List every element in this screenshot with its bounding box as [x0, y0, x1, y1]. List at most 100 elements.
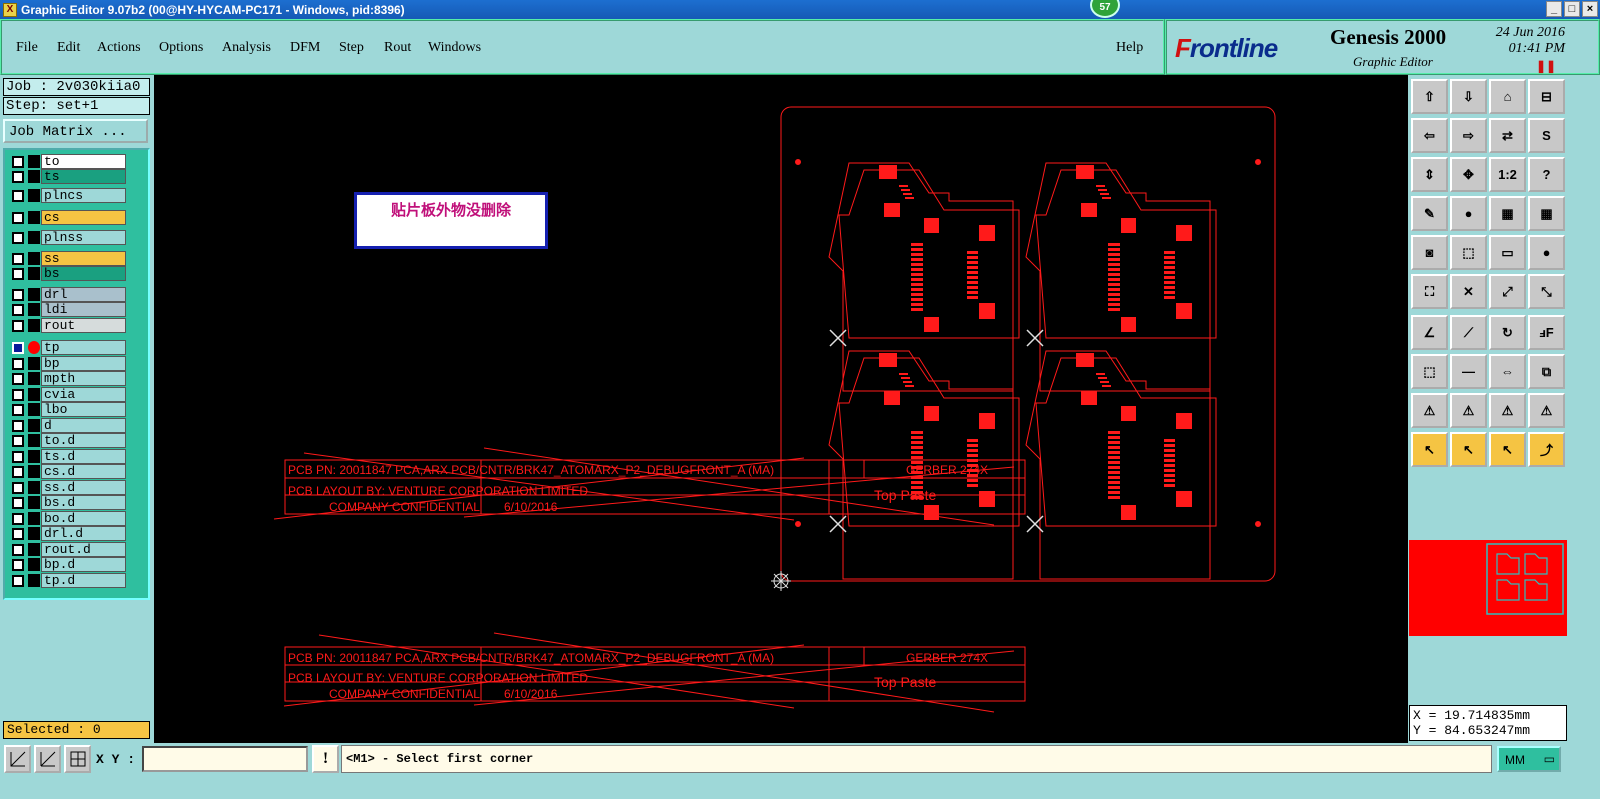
layer-row-drl[interactable]: drl	[8, 287, 126, 302]
layer-row-bs[interactable]: bs	[8, 266, 126, 281]
arc-d-icon[interactable]: ⚠	[1528, 393, 1565, 428]
layer-row-drl-d[interactable]: drl.d	[8, 526, 126, 541]
layer-row-to[interactable]: to	[8, 154, 126, 169]
layer-checkbox[interactable]	[12, 190, 24, 202]
layer-checkbox[interactable]	[12, 253, 24, 265]
layer-checkbox[interactable]	[12, 466, 24, 478]
rotate-icon[interactable]: ↻	[1489, 315, 1526, 350]
layer-checkbox[interactable]	[12, 268, 24, 280]
layer-row-lbo[interactable]: lbo	[8, 402, 126, 417]
menu-windows[interactable]: Windows	[428, 40, 481, 56]
layer-checkbox[interactable]	[12, 373, 24, 385]
menu-dfm[interactable]: DFM	[290, 40, 320, 56]
layer-checkbox[interactable]	[12, 320, 24, 332]
layer-row-cvia[interactable]: cvia	[8, 387, 126, 402]
connect-icon[interactable]: ⛶	[1411, 274, 1448, 309]
layer-row-rout-d[interactable]: rout.d	[8, 542, 126, 557]
layer-checkbox[interactable]	[12, 420, 24, 432]
layer-row-to-d[interactable]: to.d	[8, 433, 126, 448]
minimize-icon[interactable]: _	[1546, 1, 1562, 17]
grid-snap-icon[interactable]	[64, 745, 91, 773]
layer-checkbox[interactable]	[12, 544, 24, 556]
job-matrix-button[interactable]: Job Matrix ...	[3, 119, 148, 143]
move-icon[interactable]: ⤢	[1489, 274, 1526, 309]
layer-row-tp-d[interactable]: tp.d	[8, 573, 126, 588]
layer-row-bs-d[interactable]: bs.d	[8, 495, 126, 510]
layer-row-mpth[interactable]: mpth	[8, 371, 126, 386]
menu-analysis[interactable]: Analysis	[222, 40, 271, 56]
group-icon[interactable]: ⧉	[1528, 354, 1565, 389]
stretch-icon[interactable]: ⇔	[1489, 354, 1526, 389]
pad-add-icon[interactable]: ⬚	[1411, 354, 1448, 389]
pointer-icon[interactable]: ↖	[1411, 432, 1448, 467]
layer-row-rout[interactable]: rout	[8, 318, 126, 333]
layer-toggle-a-icon[interactable]: ▦	[1489, 196, 1526, 231]
fit-height-icon[interactable]: ⇕	[1411, 157, 1448, 192]
copy-icon[interactable]: ⤡	[1528, 274, 1565, 309]
measure-icon[interactable]	[34, 745, 61, 773]
layer-row-tp[interactable]: tp	[8, 340, 126, 355]
layer-checkbox[interactable]	[12, 497, 24, 509]
split-view-icon[interactable]: ⊟	[1528, 79, 1565, 114]
select-pad-icon[interactable]: ◙	[1411, 235, 1448, 270]
layer-row-bo-d[interactable]: bo.d	[8, 511, 126, 526]
notification-badge[interactable]: 57	[1090, 0, 1120, 18]
arc-c-icon[interactable]: ⚠	[1489, 393, 1526, 428]
layer-checkbox[interactable]	[12, 304, 24, 316]
menu-edit[interactable]: Edit	[57, 40, 80, 56]
pause-icon[interactable]: ❚❚	[1536, 59, 1556, 73]
line-tool-icon[interactable]: ⟋	[1450, 315, 1487, 350]
fit-all-icon[interactable]: ✥	[1450, 157, 1487, 192]
menu-options[interactable]: Options	[159, 40, 203, 56]
layer-row-ldi[interactable]: ldi	[8, 302, 126, 317]
menu-actions[interactable]: Actions	[97, 40, 141, 56]
graphic-canvas[interactable]: PCB PN: 20011847 PCA,ARX PCB/CNTR/BRK47_…	[154, 75, 1408, 743]
layer-row-cs-d[interactable]: cs.d	[8, 464, 126, 479]
layer-checkbox[interactable]	[12, 528, 24, 540]
layer-row-ts-d[interactable]: ts.d	[8, 449, 126, 464]
layer-row-ss[interactable]: ss	[8, 251, 126, 266]
layer-checkbox[interactable]	[12, 232, 24, 244]
layer-checkbox[interactable]	[12, 451, 24, 463]
layer-toggle-b-icon[interactable]: ▦	[1528, 196, 1565, 231]
layer-checkbox[interactable]	[12, 289, 24, 301]
close-icon[interactable]: ×	[1582, 1, 1598, 17]
layer-row-bp-d[interactable]: bp.d	[8, 557, 126, 572]
menu-help[interactable]: Help	[1116, 40, 1143, 56]
snap-s-icon[interactable]: S	[1528, 118, 1565, 153]
delete-icon[interactable]: ✕	[1450, 274, 1487, 309]
layer-checkbox[interactable]	[12, 559, 24, 571]
layer-row-plncs[interactable]: plncs	[8, 188, 126, 203]
pen-tool-icon[interactable]: ✎	[1411, 196, 1448, 231]
layer-checkbox[interactable]	[12, 513, 24, 525]
layer-checkbox[interactable]	[12, 156, 24, 168]
arc-b-icon[interactable]: ⚠	[1450, 393, 1487, 428]
overview-minimap[interactable]	[1409, 540, 1567, 636]
layer-checkbox[interactable]	[12, 435, 24, 447]
pointer-box-icon[interactable]: ↖	[1450, 432, 1487, 467]
draw-line-icon[interactable]: ⬚	[1450, 235, 1487, 270]
layer-row-ss-d[interactable]: ss.d	[8, 480, 126, 495]
zoom-pan-down-icon[interactable]: ⇩	[1450, 79, 1487, 114]
line-add-icon[interactable]: —	[1450, 354, 1487, 389]
layer-checkbox[interactable]	[12, 404, 24, 416]
layer-checkbox[interactable]	[12, 212, 24, 224]
layer-row-plnss[interactable]: plnss	[8, 230, 126, 245]
menu-file[interactable]: File	[16, 40, 38, 56]
layer-row-cs[interactable]: cs	[8, 210, 126, 225]
layer-row-ts[interactable]: ts	[8, 169, 126, 184]
mirror-icon[interactable]: ⅎF	[1528, 315, 1565, 350]
pointer-circle-icon[interactable]: ↖	[1489, 432, 1526, 467]
layer-checkbox[interactable]	[12, 482, 24, 494]
pointer-poly-icon[interactable]: ⤴	[1528, 432, 1565, 467]
units-select[interactable]: MM ▭	[1497, 746, 1561, 772]
record-icon[interactable]: ●	[1450, 196, 1487, 231]
zoom-home-icon[interactable]: ⇧	[1411, 79, 1448, 114]
layer-checkbox[interactable]	[12, 171, 24, 183]
layer-row-bp[interactable]: bp	[8, 356, 126, 371]
layer-row-d[interactable]: d	[8, 418, 126, 433]
ruler-icon[interactable]: ▭	[1489, 235, 1526, 270]
zoom-area-icon[interactable]	[4, 745, 31, 773]
xy-input[interactable]	[142, 746, 308, 772]
layer-checkbox[interactable]	[12, 342, 24, 354]
